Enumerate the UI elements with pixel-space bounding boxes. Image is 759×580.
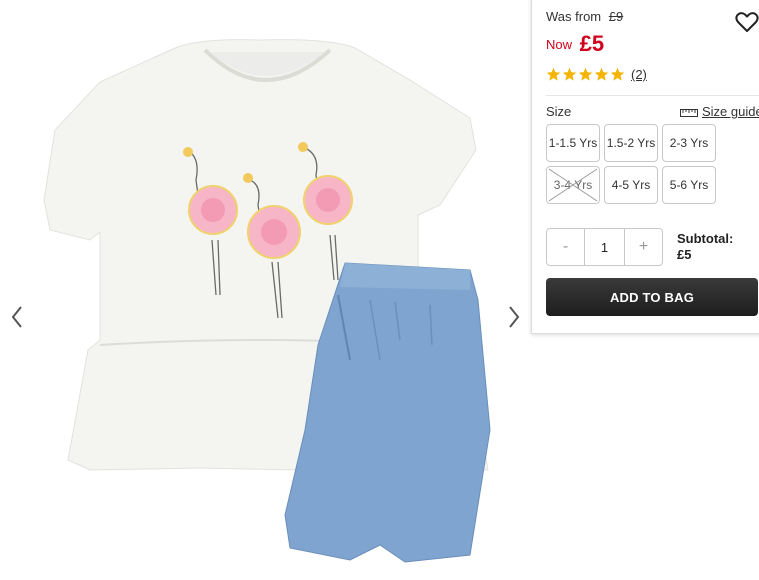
quantity-increase-button[interactable]: + [625, 229, 662, 265]
star-icon [594, 67, 609, 81]
size-option[interactable]: 5-6 Yrs [662, 166, 716, 204]
size-option-label: 1-1.5 Yrs [548, 136, 598, 150]
product-image [43, 39, 491, 563]
subtotal: Subtotal: £5 [677, 231, 733, 263]
now-price: Now £5 [546, 31, 604, 57]
subtotal-value: £5 [677, 247, 692, 262]
size-options: 1-1.5 Yrs 1.5-2 Yrs 2-3 Yrs 3-4 Yrs 4-5 Yrs 5… [546, 124, 726, 204]
size-option[interactable]: 4-5 Yrs [604, 166, 658, 204]
size-option[interactable]: 1.5-2 Yrs [604, 124, 658, 162]
was-price: Was from £9 [546, 9, 623, 24]
gallery-prev-button[interactable] [6, 300, 28, 334]
was-price-value: £9 [608, 9, 624, 24]
purchase-panel: Was from £9 Now £5 (2) Size Size guide 1… [531, 0, 759, 334]
subtotal-label: Subtotal: [677, 231, 734, 246]
size-option-label: 4-5 Yrs [611, 178, 651, 192]
size-option[interactable]: 1-1.5 Yrs [546, 124, 600, 162]
size-option-label: 1.5-2 Yrs [606, 136, 656, 150]
now-price-label: Now [546, 37, 573, 52]
size-option-label: 5-6 Yrs [669, 178, 709, 192]
quantity-stepper: - 1 + [546, 228, 663, 266]
star-icon [610, 67, 625, 81]
chevron-left-icon [11, 306, 22, 328]
quantity-value[interactable]: 1 [584, 229, 625, 265]
size-guide-label: Size guide [702, 104, 759, 119]
star-icon [562, 67, 577, 81]
heart-icon [735, 12, 759, 32]
star-icon [546, 67, 561, 81]
divider [546, 95, 759, 96]
size-option[interactable]: 2-3 Yrs [662, 124, 716, 162]
now-price-value: £5 [579, 31, 605, 56]
size-guide-link[interactable]: Size guide [680, 104, 759, 119]
product-gallery [0, 0, 530, 580]
quantity-decrease-button[interactable]: - [547, 229, 584, 265]
chevron-right-icon [509, 306, 520, 328]
wishlist-button[interactable] [735, 11, 759, 33]
rating: (2) [546, 67, 647, 82]
size-label: Size [546, 104, 572, 119]
unavailable-cross-icon [548, 168, 598, 202]
size-option[interactable]: 3-4 Yrs [546, 166, 600, 204]
add-to-bag-button[interactable]: ADD TO BAG [546, 278, 758, 316]
review-count-link[interactable]: (2) [631, 67, 647, 82]
size-option-label: 2-3 Yrs [669, 136, 709, 150]
rating-stars [546, 67, 625, 82]
ruler-icon [680, 108, 698, 117]
gallery-next-button[interactable] [503, 300, 525, 334]
star-icon [578, 67, 593, 81]
was-price-label: Was from [546, 9, 602, 24]
